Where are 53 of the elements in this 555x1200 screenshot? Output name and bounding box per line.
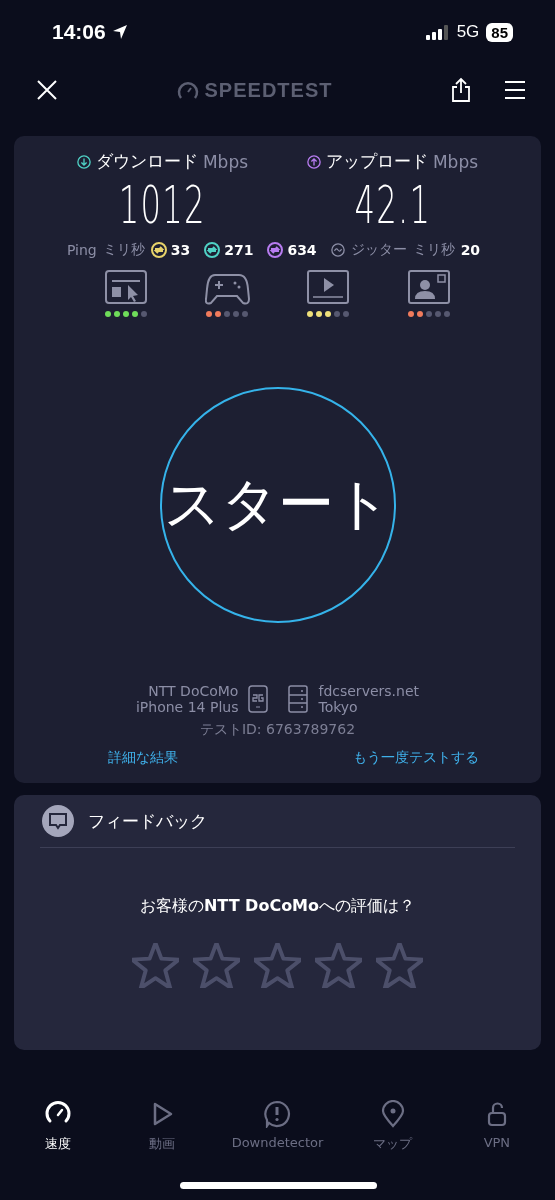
speed-value: 42.1 (354, 174, 431, 237)
tab[interactable]: Downdetector (231, 1100, 324, 1153)
unit-label: ミリ秒 (412, 241, 455, 259)
test-id: テストID: 6763789762 (198, 721, 357, 739)
tab[interactable]: 速度 (23, 1100, 94, 1153)
chat-icon (42, 805, 74, 837)
ping-value: 33 (170, 242, 191, 258)
upload-label: アップロード (325, 150, 428, 173)
star-icon[interactable] (254, 943, 301, 988)
clock: 14:06 (52, 20, 106, 44)
rating-question: お客様のNTT DoCoMoへの評価は？ (138, 896, 417, 917)
unit-label: Mbps (202, 151, 249, 172)
video-icon (305, 269, 351, 305)
browsing-icon (103, 269, 149, 305)
close-icon[interactable] (36, 79, 58, 101)
star-icon[interactable] (315, 943, 362, 988)
jitter-value: 20 (460, 242, 481, 258)
star-icon[interactable] (376, 943, 423, 988)
start-button[interactable]: スタート (159, 387, 396, 623)
signal-icon (425, 24, 450, 40)
provider-name: NTT DoCoMo (147, 683, 239, 699)
jitter-label: ジッター (350, 241, 407, 259)
device-name: iPhone 14 Plus (135, 699, 239, 715)
star-icon[interactable] (132, 943, 179, 988)
battery-level: 85 (486, 22, 513, 42)
server-icon (288, 685, 309, 713)
up-icon (306, 154, 321, 169)
wave-icon (330, 243, 345, 257)
network-type: 5G (456, 22, 480, 42)
server-location: Tokyo (318, 699, 359, 715)
ping-value: 634 (287, 242, 317, 258)
tab[interactable]: マップ (357, 1100, 428, 1153)
link[interactable]: 詳細な結果 (108, 749, 178, 767)
menu-icon[interactable] (505, 80, 525, 100)
download-label: ダウンロード (95, 150, 198, 173)
video-call-icon (406, 269, 452, 305)
speed-value: 1012 (119, 174, 206, 237)
down-icon (76, 154, 91, 169)
alert-icon (263, 1100, 292, 1128)
feedback-title: フィードバック (88, 809, 207, 833)
tab[interactable]: 動画 (127, 1100, 198, 1153)
server-name: fdcservers.net (318, 683, 419, 699)
gauge-icon (176, 80, 199, 100)
star-icon[interactable] (193, 943, 240, 988)
share-icon[interactable] (451, 77, 471, 103)
link[interactable]: もう一度テストする (353, 749, 479, 767)
unit-label: Mbps (432, 151, 479, 172)
unit-label: ミリ秒 (102, 241, 145, 259)
tab[interactable]: VPN (461, 1100, 532, 1153)
location-icon (111, 24, 128, 40)
app-logo: SPEEDTEST (204, 78, 333, 102)
ping-label: Ping (66, 242, 97, 258)
ping-value: 271 (224, 242, 254, 258)
